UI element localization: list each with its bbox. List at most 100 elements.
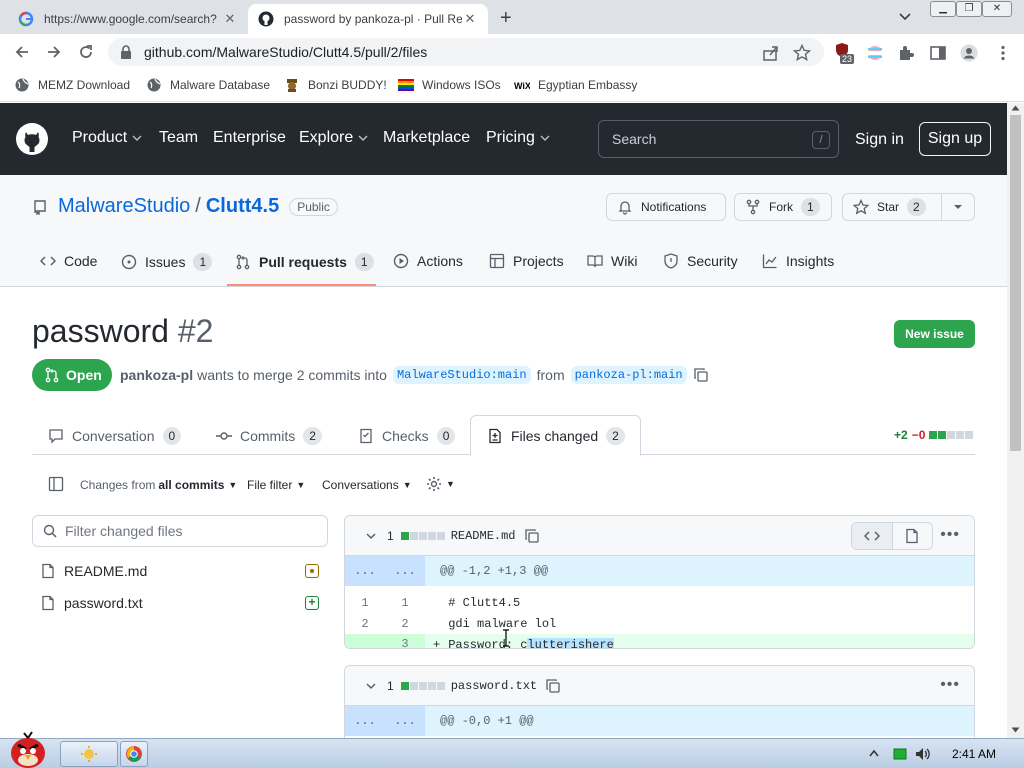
diff-file-name[interactable]: password.txt <box>451 679 537 693</box>
file-tree-item-password[interactable]: password.txt + <box>40 595 328 611</box>
nav-explore[interactable]: Explore <box>299 129 368 147</box>
tab-conversation[interactable]: Conversation 0 <box>48 427 182 445</box>
new-tab-button[interactable]: + <box>500 7 512 30</box>
old-line-number[interactable]: 1 <box>345 596 385 610</box>
share-icon[interactable] <box>762 44 780 62</box>
forward-button[interactable] <box>44 42 64 62</box>
fork-button[interactable]: Fork 1 <box>734 193 832 221</box>
new-issue-button[interactable]: New issue <box>894 320 975 348</box>
browser-tab-google[interactable]: https://www.google.com/search? ✕ <box>8 4 248 34</box>
tab-issues[interactable]: Issues 1 <box>121 253 213 271</box>
scroll-up-arrow-icon[interactable] <box>1011 105 1020 111</box>
taskbar-clock[interactable]: 2:41 AM <box>952 747 996 761</box>
reload-button[interactable] <box>76 42 96 62</box>
new-line-number[interactable]: 3 <box>385 634 425 648</box>
new-line-number[interactable]: 1 <box>385 596 425 610</box>
tab-commits[interactable]: Commits 2 <box>216 427 322 445</box>
volume-icon[interactable] <box>914 746 930 762</box>
bookmark-malware-database[interactable]: Malware Database <box>146 77 270 93</box>
nav-enterprise[interactable]: Enterprise <box>213 129 286 147</box>
copy-icon[interactable] <box>693 367 709 383</box>
toggle-file-tree-button[interactable] <box>48 476 64 492</box>
pride-extension-icon[interactable] <box>866 44 884 62</box>
github-search-input[interactable]: Search / <box>598 120 839 158</box>
file-filter-dropdown[interactable]: File filter ▼ <box>247 478 305 492</box>
scrollbar-thumb[interactable] <box>1010 115 1021 451</box>
close-tab-icon[interactable]: ✕ <box>222 11 238 27</box>
network-icon[interactable] <box>893 747 907 761</box>
back-button[interactable] <box>12 42 32 62</box>
restore-button[interactable]: ❐ <box>956 1 982 17</box>
file-options-button[interactable]: ••• <box>940 676 960 694</box>
expand-up-button[interactable]: ... <box>345 556 385 586</box>
side-panel-icon[interactable] <box>929 44 947 62</box>
bookmark-bonzi[interactable]: Bonzi BUDDY! <box>284 77 387 93</box>
base-branch[interactable]: MalwareStudio:main <box>392 366 531 384</box>
new-line-number[interactable]: 2 <box>385 617 425 631</box>
sign-in-link[interactable]: Sign in <box>855 131 904 149</box>
bookmark-star-icon[interactable] <box>793 44 811 62</box>
file-tree-item-readme[interactable]: README.md <box>40 563 328 579</box>
diff-file-name[interactable]: README.md <box>451 529 516 543</box>
copy-icon[interactable] <box>524 528 540 544</box>
bookmark-memz[interactable]: MEMZ Download <box>14 77 130 93</box>
tab-actions[interactable]: Actions <box>393 253 463 269</box>
taskbar-chrome-button[interactable] <box>120 741 148 767</box>
kebab-menu-icon[interactable] <box>994 44 1012 62</box>
scroll-down-arrow-icon[interactable] <box>1011 727 1020 733</box>
start-button-angry-bird-icon[interactable] <box>6 731 50 768</box>
conversations-dropdown[interactable]: Conversations ▼ <box>322 478 412 492</box>
tab-files-changed[interactable]: Files changed 2 <box>487 427 625 445</box>
chevron-down-icon[interactable] <box>365 530 377 542</box>
notifications-button[interactable]: Notifications <box>606 193 726 221</box>
source-diff-button[interactable] <box>852 523 893 549</box>
tab-checks[interactable]: Checks 0 <box>358 427 456 445</box>
pr-author-link[interactable]: pankoza-pl <box>120 367 193 383</box>
chevron-down-icon[interactable] <box>365 680 377 692</box>
puzzle-icon[interactable] <box>897 44 915 62</box>
page-scrollbar[interactable] <box>1007 103 1024 738</box>
file-options-button[interactable]: ••• <box>940 526 960 544</box>
repo-name-link[interactable]: Clutt4.5 <box>206 195 279 218</box>
extension-shield-button[interactable]: 23 <box>834 42 856 64</box>
tab-insights[interactable]: Insights <box>762 253 834 269</box>
tab-wiki[interactable]: Wiki <box>587 253 637 269</box>
minimize-button[interactable]: ▁ <box>930 1 956 17</box>
repo-owner-link[interactable]: MalwareStudio <box>58 195 190 218</box>
taskbar-explorer-button[interactable] <box>60 741 118 767</box>
bookmark-windows-isos[interactable]: Windows ISOs <box>398 77 501 93</box>
fork-count: 1 <box>801 198 820 216</box>
tab-security[interactable]: Security <box>663 253 738 269</box>
close-window-button[interactable]: ✕ <box>982 1 1012 17</box>
diff-line: 1 1 # Clutt4.5 <box>345 592 974 613</box>
github-logo-icon[interactable] <box>16 123 48 155</box>
expand-up-button[interactable]: ... <box>345 706 385 736</box>
close-tab-icon[interactable]: ✕ <box>462 11 478 27</box>
changes-from-dropdown[interactable]: Changes from all commits ▼ <box>80 478 237 492</box>
diff-settings-dropdown[interactable]: ▼ <box>426 476 455 492</box>
profile-avatar-icon[interactable] <box>960 44 978 62</box>
nav-pricing[interactable]: Pricing <box>486 129 550 147</box>
old-line-number[interactable]: 2 <box>345 617 385 631</box>
head-branch[interactable]: pankoza-pl:main <box>570 366 687 384</box>
nav-team[interactable]: Team <box>159 129 198 147</box>
copy-icon[interactable] <box>545 678 561 694</box>
sign-up-button[interactable]: Sign up <box>919 122 991 156</box>
nav-product[interactable]: Product <box>72 129 142 147</box>
tab-search-icon[interactable] <box>898 9 912 23</box>
star-list-dropdown[interactable] <box>941 193 975 221</box>
tab-projects[interactable]: Projects <box>489 253 564 269</box>
nav-marketplace[interactable]: Marketplace <box>383 129 470 147</box>
tab-label: Code <box>64 253 98 269</box>
expand-down-button[interactable]: ... <box>385 556 425 586</box>
star-button[interactable]: Star 2 <box>842 193 942 221</box>
filter-changed-files-input[interactable]: Filter changed files <box>32 515 328 547</box>
rich-diff-button[interactable] <box>893 523 933 549</box>
expand-down-button[interactable]: ... <box>385 706 425 736</box>
show-hidden-icons-icon[interactable] <box>869 749 879 757</box>
address-bar[interactable]: github.com/MalwareStudio/Clutt4.5/pull/2… <box>108 38 824 66</box>
tab-pull-requests[interactable]: Pull requests 1 <box>235 253 374 271</box>
tab-code[interactable]: Code <box>40 253 97 269</box>
browser-tab-github[interactable]: password by pankoza-pl · Pull Re ✕ <box>248 4 488 34</box>
bookmark-egyptian-embassy[interactable]: WiX Egyptian Embassy <box>514 77 637 93</box>
